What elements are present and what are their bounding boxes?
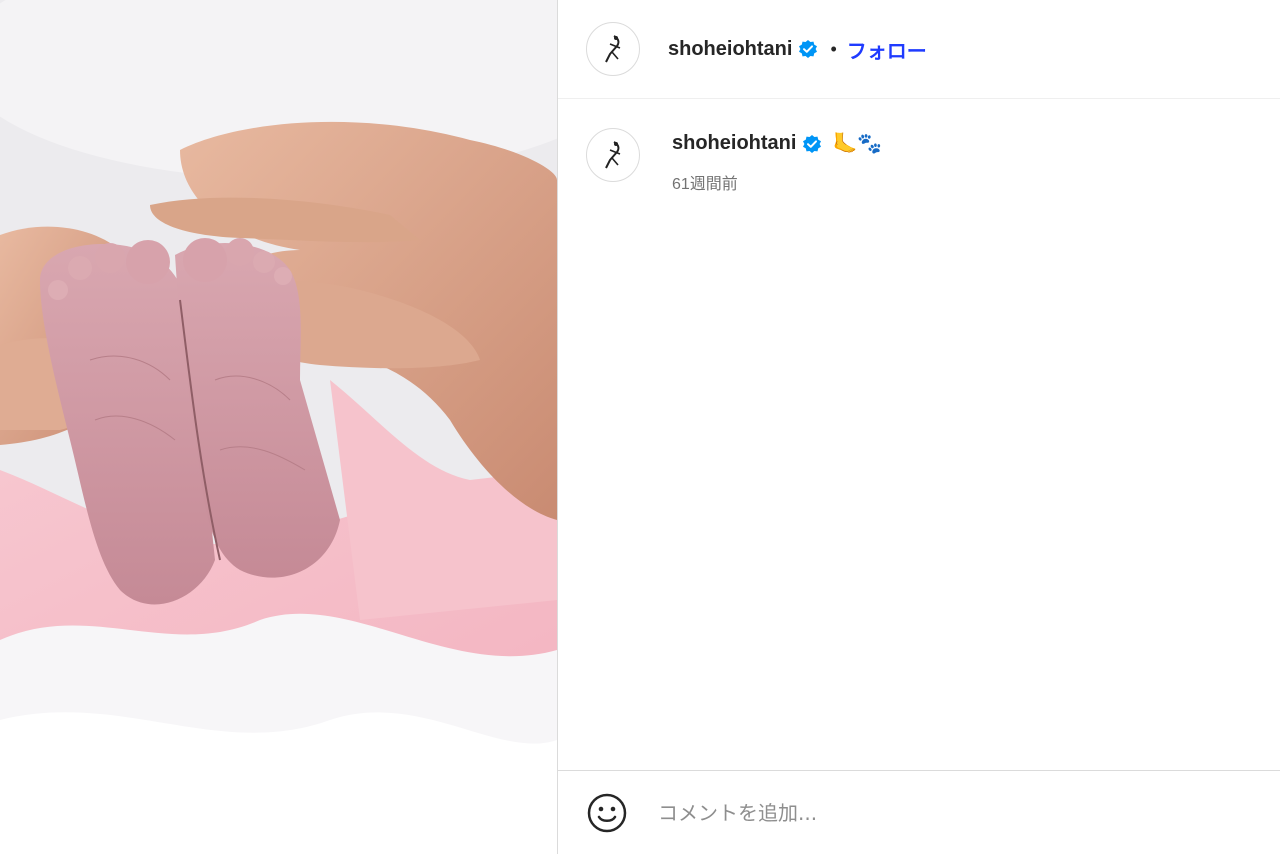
follow-button[interactable]: フォロー	[847, 35, 927, 64]
carousel-indicator	[0, 827, 557, 834]
username[interactable]: shoheiohtani	[668, 38, 792, 61]
carousel-dot-active[interactable]	[280, 827, 288, 834]
smiley-icon[interactable]	[586, 792, 628, 834]
caption-body: shoheiohtani 🦶🐾 61週間前	[672, 131, 882, 194]
player-logo-icon	[605, 35, 621, 63]
post-side-panel: shoheiohtani • フォロー shoheiohtani 🦶🐾 61週間…	[557, 0, 1280, 854]
post-viewer: shoheiohtani • フォロー shoheiohtani 🦶🐾 61週間…	[0, 0, 1280, 854]
post-media[interactable]	[0, 0, 557, 854]
comment-bar	[558, 770, 1280, 854]
avatar[interactable]	[586, 22, 640, 76]
caption-line: shoheiohtani 🦶🐾	[672, 131, 882, 156]
baby-feet-photo	[0, 0, 557, 854]
post-timestamp[interactable]: 61週間前	[672, 170, 882, 194]
carousel-dot[interactable]	[269, 827, 277, 834]
comment-input[interactable]	[656, 799, 1220, 826]
caption: shoheiohtani 🦶🐾 61週間前	[586, 128, 882, 194]
caption-username[interactable]: shoheiohtani	[672, 132, 796, 155]
player-logo-icon	[605, 141, 621, 169]
post-header: shoheiohtani • フォロー	[558, 0, 1280, 99]
separator-dot: •	[830, 38, 837, 59]
caption-avatar[interactable]	[586, 128, 640, 182]
verified-badge-icon	[798, 39, 818, 59]
caption-text: 🦶🐾	[832, 133, 883, 155]
verified-badge-icon	[802, 134, 822, 154]
